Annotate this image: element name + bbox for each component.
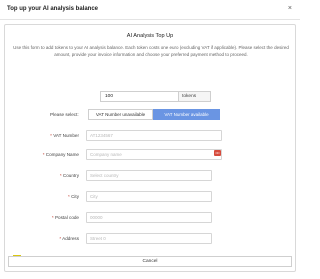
topup-dialog: Top up your AI analysis balance × AI Ana…	[0, 0, 300, 279]
postal-code-label: * Postal code	[51, 215, 79, 220]
vat-available-button[interactable]: VAT Number available	[153, 109, 220, 120]
country-label: * Country	[59, 173, 79, 178]
tokens-amount-input[interactable]: 100	[100, 91, 178, 102]
vat-select-label: Please select:	[50, 112, 79, 117]
cancel-button[interactable]: Cancel	[8, 256, 292, 267]
company-more-icon[interactable]: •••	[214, 150, 221, 156]
dialog-title: Top up your AI analysis balance	[7, 6, 99, 12]
tokens-amount-group: 100 tokens	[100, 91, 211, 102]
vat-unavailable-button[interactable]: VAT Number unavailable	[88, 109, 153, 120]
vat-number-field[interactable]: AT1234567	[86, 130, 222, 141]
form-title: AI Analysis Top Up	[126, 33, 174, 39]
topup-form-panel: AI Analysis Top Up Use this form to add …	[4, 24, 296, 272]
company-name-label: * Company Name	[42, 152, 79, 157]
city-label: * City	[68, 194, 79, 199]
dialog-header: Top up your AI analysis balance ×	[0, 0, 300, 20]
tokens-unit-label: tokens	[178, 91, 211, 102]
address-label: * Address	[59, 236, 79, 241]
address-field[interactable]: Street 0	[86, 233, 212, 244]
close-icon[interactable]: ×	[288, 5, 292, 12]
form-intro-text: Use this form to add tokens to your AI a…	[13, 45, 289, 58]
city-field[interactable]: City	[86, 191, 212, 202]
postal-code-field[interactable]: 00000	[86, 212, 212, 223]
country-select[interactable]: Select country	[86, 170, 212, 181]
company-name-field[interactable]: Company name	[86, 149, 222, 160]
vat-number-label: * VAT Number	[50, 133, 79, 138]
